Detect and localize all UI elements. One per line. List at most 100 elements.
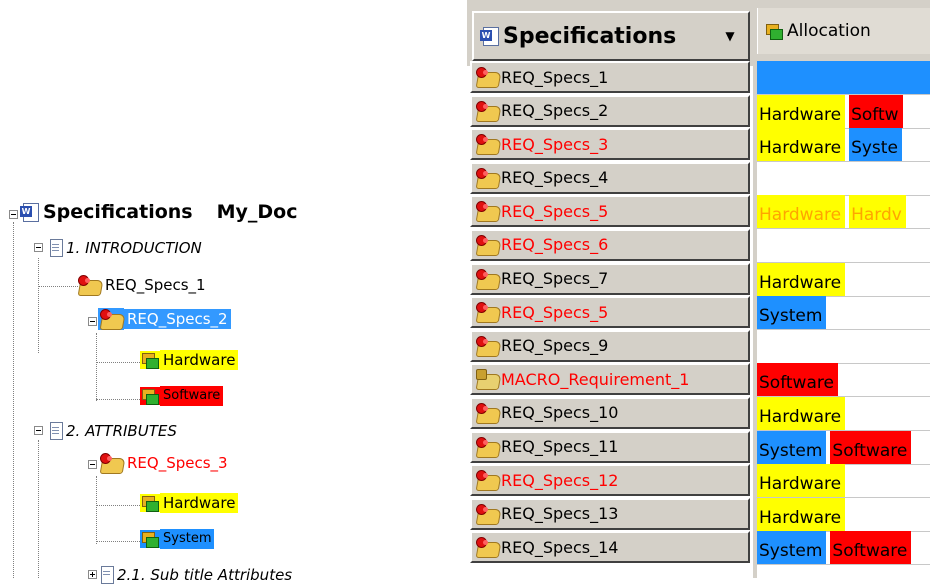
row-header[interactable]: REQ_Specs_7 <box>470 262 750 295</box>
requirement-icon <box>474 234 502 256</box>
grid-row[interactable]: REQ_Specs_14 System Software <box>467 531 930 566</box>
allocation-cells[interactable]: Hardware <box>757 497 930 532</box>
chevron-down-icon[interactable]: ▼ <box>720 26 740 46</box>
tree-root-node[interactable]: W Specifications My_Doc <box>20 202 301 222</box>
grid-row[interactable]: REQ_Specs_7 Hardware <box>467 262 930 297</box>
collapse-toggle[interactable] <box>88 317 97 326</box>
allocation-cells[interactable]: Software <box>757 363 930 398</box>
section-label: 2.1. Sub title Attributes <box>117 566 293 584</box>
allocation-cells[interactable]: Hardware Syste <box>757 128 930 163</box>
document-name: My_Doc <box>216 201 298 223</box>
tree-allocation-hardware[interactable]: Hardware <box>140 493 239 513</box>
tree-section-attributes[interactable]: 2. ATTRIBUTES <box>49 421 180 441</box>
tree-item-req-specs-3[interactable]: REQ_Specs_3 <box>98 452 231 474</box>
allocation-tag[interactable]: Hardware <box>757 396 846 430</box>
requirement-icon <box>76 274 104 296</box>
row-header[interactable]: REQ_Specs_5 <box>470 296 750 329</box>
allocation-cells[interactable]: Hardware Softw <box>757 94 930 129</box>
tree-item-req-specs-1[interactable]: REQ_Specs_1 <box>76 274 209 296</box>
allocation-cells[interactable] <box>757 330 930 364</box>
grid-row[interactable]: REQ_Specs_13 Hardware <box>467 497 930 532</box>
grid-row[interactable]: REQ_Specs_4 <box>467 161 930 196</box>
tree-section-subtitle-attributes[interactable]: 2.1. Sub title Attributes <box>100 565 295 585</box>
allocation-tag[interactable]: Softw <box>849 94 903 128</box>
allocation-tag[interactable]: Hardware <box>757 195 846 229</box>
row-header[interactable]: REQ_Specs_10 <box>470 396 750 429</box>
row-label: REQ_Specs_1 <box>501 67 609 87</box>
allocation-tag[interactable]: Software <box>830 531 912 565</box>
allocation-cells[interactable] <box>757 61 930 95</box>
document-page-icon <box>49 239 63 257</box>
row-header[interactable]: REQ_Specs_5 <box>470 195 750 228</box>
specifications-column-header[interactable]: W Specifications ▼ <box>472 11 750 61</box>
grid-row[interactable]: REQ_Specs_1 <box>467 61 930 95</box>
allocation-tag[interactable]: Software <box>757 363 838 397</box>
tree-item-req-specs-2[interactable]: REQ_Specs_2 <box>98 308 231 330</box>
collapse-toggle[interactable] <box>9 210 18 219</box>
row-header[interactable]: REQ_Specs_1 <box>470 61 750 93</box>
allocation-cells[interactable]: Hardware <box>757 396 930 431</box>
allocation-cells[interactable]: System <box>757 296 930 331</box>
requirement-icon <box>474 469 502 492</box>
row-label: MACRO_Requirement_1 <box>501 369 690 389</box>
allocation-cells[interactable]: Hardware Hardv <box>757 195 930 230</box>
allocation-cells[interactable]: Hardware <box>757 262 930 297</box>
tree-section-introduction[interactable]: 1. INTRODUCTION <box>49 238 205 258</box>
grid-row[interactable]: REQ_Specs_9 <box>467 329 930 364</box>
row-header[interactable]: REQ_Specs_13 <box>470 497 750 530</box>
allocation-column-header[interactable]: Allocation <box>757 8 930 54</box>
collapse-toggle[interactable] <box>88 460 97 469</box>
allocation-tag[interactable]: Hardware <box>757 94 846 128</box>
grid-row[interactable]: REQ_Specs_2 Hardware Softw <box>467 94 930 129</box>
allocation-tag[interactable]: Hardv <box>849 195 906 229</box>
allocation-cells[interactable] <box>757 229 930 263</box>
row-header[interactable]: REQ_Specs_11 <box>470 430 750 463</box>
allocation-tag[interactable]: System <box>757 296 827 330</box>
word-document-icon: W <box>480 26 500 46</box>
allocation-tag[interactable]: Software <box>830 430 912 464</box>
allocation-tag[interactable]: Hardware <box>757 464 846 498</box>
allocation-tag[interactable] <box>757 61 930 94</box>
row-header[interactable]: REQ_Specs_3 <box>470 128 750 161</box>
tree-line <box>96 541 140 542</box>
grid-row[interactable]: REQ_Specs_10 Hardware <box>467 396 930 431</box>
row-label: REQ_Specs_9 <box>501 336 609 356</box>
grid-row[interactable]: REQ_Specs_6 <box>467 228 930 263</box>
grid-row[interactable]: REQ_Specs_5 Hardware Hardv <box>467 195 930 230</box>
row-header[interactable]: REQ_Specs_12 <box>470 464 750 497</box>
row-header[interactable]: REQ_Specs_14 <box>470 531 750 564</box>
row-header[interactable]: REQ_Specs_2 <box>470 94 750 127</box>
row-header[interactable]: REQ_Specs_6 <box>470 228 750 261</box>
requirements-allocation-grid: W Specifications ▼ Allocation REQ_Specs_… <box>467 0 930 578</box>
row-label: REQ_Specs_14 <box>501 537 619 557</box>
allocation-tag[interactable]: Hardware <box>757 497 846 531</box>
row-label: REQ_Specs_4 <box>501 168 609 188</box>
allocation-tag[interactable]: Hardware <box>757 128 846 162</box>
row-header[interactable]: REQ_Specs_4 <box>470 161 750 194</box>
allocation-cells[interactable]: System Software <box>757 430 930 465</box>
allocation-cells[interactable]: Hardware <box>757 464 930 499</box>
row-header[interactable]: REQ_Specs_9 <box>470 329 750 362</box>
collapse-toggle[interactable] <box>34 243 43 252</box>
allocation-label: Hardware <box>160 493 239 513</box>
tree-allocation-system[interactable]: System <box>140 529 215 549</box>
collapse-toggle[interactable] <box>34 426 43 435</box>
tree-allocation-hardware[interactable]: Hardware <box>140 350 239 370</box>
grid-row[interactable]: REQ_Specs_12 Hardware <box>467 464 930 499</box>
allocation-tag[interactable]: Hardware <box>757 262 846 296</box>
grid-row[interactable]: REQ_Specs_11 System Software <box>467 430 930 465</box>
allocation-cells[interactable] <box>757 162 930 196</box>
grid-rows: REQ_Specs_1 REQ_Specs_2 Hardware Softw REQ_S… <box>467 61 930 566</box>
allocation-tag[interactable]: System <box>757 531 827 565</box>
allocation-tag[interactable]: System <box>757 430 827 464</box>
allocation-icon <box>140 530 160 548</box>
allocation-tag[interactable]: Syste <box>849 128 902 162</box>
grid-row[interactable]: REQ_Specs_5 System <box>467 296 930 331</box>
row-label: REQ_Specs_5 <box>501 302 609 322</box>
tree-allocation-software[interactable]: Software <box>140 386 224 406</box>
allocation-cells[interactable]: System Software <box>757 531 930 566</box>
grid-row[interactable]: MACRO_Requirement_1 Software <box>467 363 930 398</box>
grid-row[interactable]: REQ_Specs_3 Hardware Syste <box>467 128 930 163</box>
row-header[interactable]: MACRO_Requirement_1 <box>470 363 750 396</box>
requirement-icon <box>474 200 502 223</box>
